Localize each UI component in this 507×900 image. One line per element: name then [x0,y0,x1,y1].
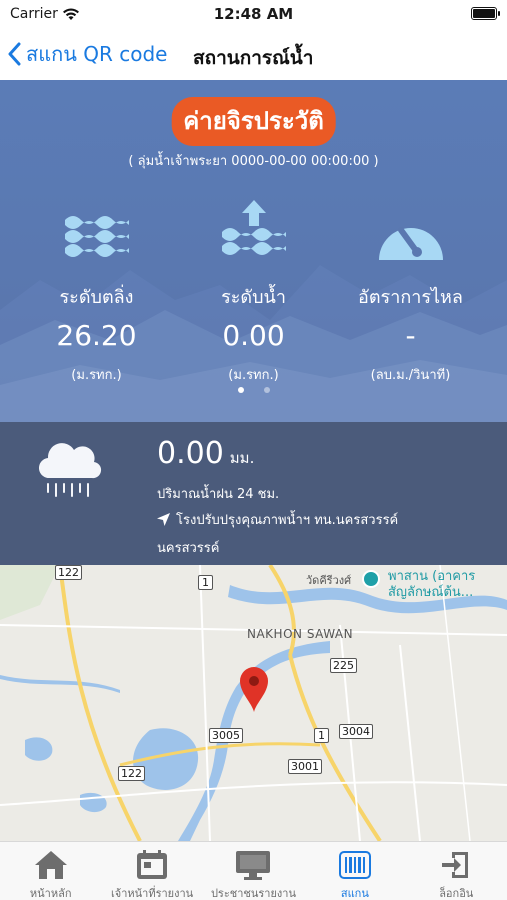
status-time: 12:48 AM [213,5,294,23]
home-icon [0,848,101,882]
barcode-scan-icon [304,848,405,882]
tab-home[interactable]: หน้าหลัก [0,842,101,900]
metric-value: 26.20 [56,319,137,352]
back-button[interactable]: สแกน QR code [8,38,167,70]
map-label-building[interactable]: พาสาน (อาคาร สัญลักษณ์ต้น... [388,569,500,601]
tab-label: สแกน [340,887,369,900]
station-subtitle: ( ลุ่มน้ำเจ้าพระยา 0000-00-00 00:00:00 ) [128,154,379,169]
metric-unit: (ม.รทก.) [228,368,279,383]
metric-water-level: ระดับน้ำ 0.00 (ม.รทก.) [169,200,338,385]
tab-scan[interactable]: สแกน [304,842,405,900]
road-shield: 225 [330,658,357,673]
page-dot[interactable] [263,387,270,393]
flow-gauge-icon [326,200,495,262]
tab-label: ประชาชนรายงาน [210,887,296,900]
rainfall-location: โรงปรับปรุงคุณภาพน้ำฯ ทน.นครสวรรค์ นครสว… [157,508,447,562]
map-city-label: NAKHON SAWAN [247,627,354,641]
monitor-icon [203,848,304,882]
calendar-report-icon [101,848,202,882]
back-button-label: สแกน QR code [26,42,168,66]
page-indicator[interactable] [0,387,507,393]
tab-bar: หน้าหลัก เจ้าหน้าที่รายงาน ประชาชนรายงาน [0,841,507,900]
battery-icon [471,7,500,20]
status-bar: Carrier 12:48 AM [0,0,507,30]
metric-unit: (ลบ.ม./วินาที) [370,368,451,383]
tab-label: ล็อกอิน [439,887,474,900]
road-shield: 122 [118,766,145,781]
rainfall-location-text: โรงปรับปรุงคุณภาพน้ำฯ ทน.นครสวรรค์ นครสว… [157,513,399,556]
water-waves-icon [12,200,181,262]
road-shield: 3005 [209,728,243,743]
metric-flow-rate: อัตราการไหล - (ลบ.ม./วินาที) [326,200,495,385]
map-label-temple: วัดคีรีวงศ์ [306,574,352,587]
road-shield: 1 [314,728,329,743]
rainfall-value-row: 0.00 มม. [157,436,254,471]
metric-label: ระดับน้ำ [221,287,286,308]
chevron-left-icon [8,42,21,66]
tab-label: เจ้าหน้าที่รายงาน [110,887,194,900]
rainfall-description: ปริมาณน้ำฝน 24 ชม. [157,487,280,502]
road-shield: 1 [198,575,213,590]
tab-label: หน้าหลัก [29,887,72,900]
metric-value: - [405,319,416,352]
rainfall-panel: 0.00 มม. ปริมาณน้ำฝน 24 ชม. โรงปรับปรุงคุ… [0,422,507,565]
metric-bank-level: ระดับตลิ่ง 26.20 (ม.รทก.) [12,200,181,385]
page-dot-active[interactable] [237,387,244,393]
road-shield: 3004 [339,724,373,739]
tab-login[interactable]: ล็อกอิน [406,842,507,900]
page-title: สถานการณ์น้ำ [193,47,314,69]
road-shield: 3001 [288,759,322,774]
metric-unit: (ม.รทก.) [71,368,122,383]
location-arrow-icon [157,510,170,536]
metric-value: 0.00 [222,319,285,352]
rainfall-unit: มม. [229,449,255,467]
metric-label: ระดับตลิ่ง [59,287,134,308]
station-name-badge: ค่ายจิรประวัติ [171,97,336,146]
navigation-bar: สแกน QR code สถานการณ์น้ำ [0,30,507,80]
map-view[interactable]: วัดคีรีวงศ์ พาสาน (อาคาร สัญลักษณ์ต้น...… [0,565,507,841]
rainfall-value: 0.00 [157,436,224,471]
map-poi-icon[interactable] [362,570,380,588]
water-level-up-icon [169,200,338,262]
station-summary-panel[interactable]: ค่ายจิรประวัติ ( ลุ่มน้ำเจ้าพระยา 0000-0… [0,80,507,422]
tab-staff-report[interactable]: เจ้าหน้าที่รายงาน [101,842,202,900]
metric-label: อัตราการไหล [358,287,463,308]
road-shield: 122 [55,565,82,580]
login-icon [406,848,507,882]
tab-public-report[interactable]: ประชาชนรายงาน [203,842,304,900]
rain-cloud-icon [38,440,102,506]
